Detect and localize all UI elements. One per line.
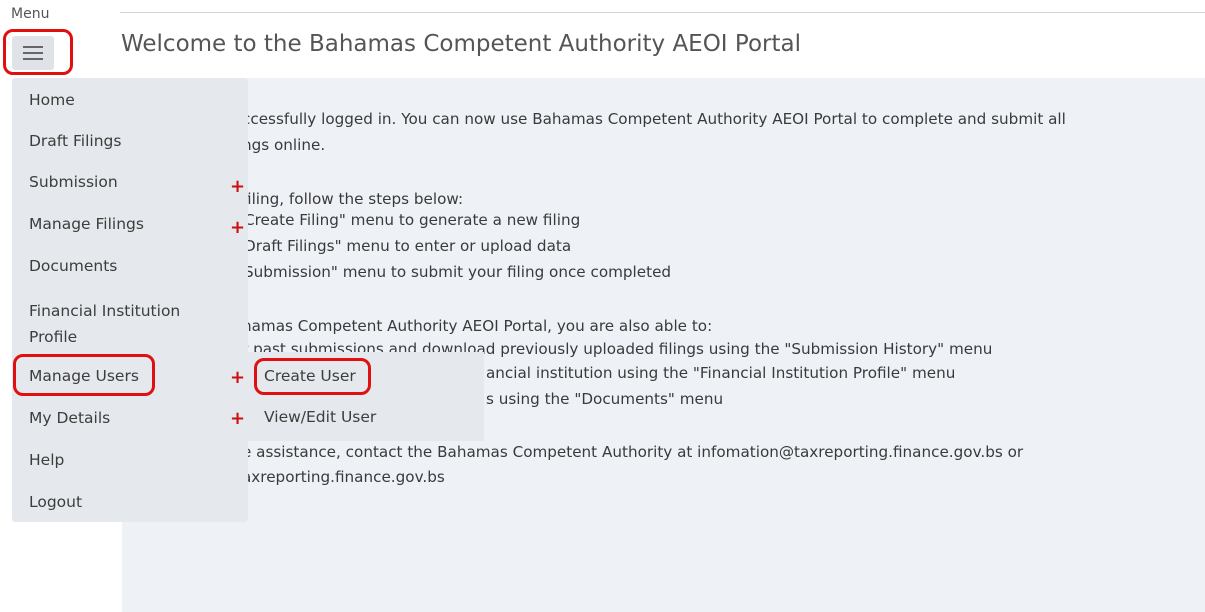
menu-button-highlight xyxy=(3,29,73,75)
welcome-line: ccessfully logged in. You can now use Ba… xyxy=(242,110,1066,128)
sidebar-item-logout[interactable]: Logout xyxy=(29,490,82,514)
instruction-step: Submission" menu to submit your filing o… xyxy=(244,263,672,281)
create-user-highlight xyxy=(254,358,371,395)
manage-filings-expand-icon[interactable]: + xyxy=(230,219,245,237)
instruction-step: Draft Filings" menu to enter or upload d… xyxy=(244,237,572,255)
manage-users-highlight xyxy=(13,354,155,396)
submission-expand-icon[interactable]: + xyxy=(230,178,245,196)
welcome-line: ngs online. xyxy=(242,136,326,154)
sidebar-item-submission[interactable]: Submission xyxy=(29,170,118,194)
header-divider xyxy=(120,12,1205,13)
page-title: Welcome to the Bahamas Competent Authori… xyxy=(121,31,801,57)
sidebar-item-financial-institution-profile[interactable]: Financial Institution Profile xyxy=(29,298,199,350)
manage-users-expand-icon[interactable]: + xyxy=(230,369,245,387)
feature-item: s using the "Documents" menu xyxy=(486,390,724,408)
sidebar-item-help[interactable]: Help xyxy=(29,448,64,472)
submenu-item-view-edit-user[interactable]: View/Edit User xyxy=(264,405,376,429)
feature-item: ancial institution using the "Financial … xyxy=(486,364,956,382)
sidebar-item-my-details[interactable]: My Details xyxy=(29,406,110,430)
sidebar-item-home[interactable]: Home xyxy=(29,88,75,112)
view-edit-user-expand-icon[interactable]: + xyxy=(230,410,245,428)
menu-label: Menu xyxy=(11,6,50,22)
contact-line: axreporting.finance.gov.bs xyxy=(242,468,445,486)
sidebar-item-documents[interactable]: Documents xyxy=(29,254,117,278)
sidebar-item-manage-filings[interactable]: Manage Filings xyxy=(29,212,144,236)
sidebar-item-draft-filings[interactable]: Draft Filings xyxy=(29,129,121,153)
contact-line: e assistance, contact the Bahamas Compet… xyxy=(242,443,1024,461)
instruction-step: Create Filing" menu to generate a new fi… xyxy=(244,211,581,229)
